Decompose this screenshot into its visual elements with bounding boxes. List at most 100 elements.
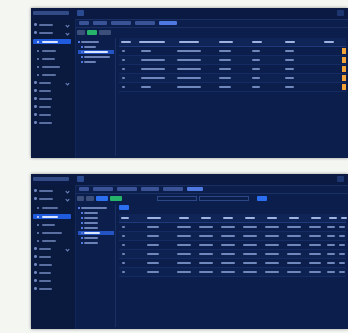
date-range-field[interactable] xyxy=(199,196,249,201)
tab[interactable] xyxy=(79,21,89,25)
row-action-button[interactable] xyxy=(342,75,346,81)
sidebar-item-label xyxy=(39,121,52,124)
folder-icon xyxy=(78,207,80,209)
menu-toggle-icon[interactable] xyxy=(77,10,84,16)
tree-item-selected[interactable] xyxy=(78,231,114,235)
row-action-button[interactable] xyxy=(342,57,346,63)
filter-button[interactable] xyxy=(77,196,84,201)
sidebar-item-label xyxy=(39,189,53,192)
column-header xyxy=(311,217,321,219)
tab[interactable] xyxy=(135,21,155,25)
row-action-button[interactable] xyxy=(342,84,346,90)
data-table xyxy=(119,214,347,327)
sidebar-item[interactable] xyxy=(33,96,71,101)
table-row[interactable] xyxy=(119,47,346,56)
sidebar-item[interactable] xyxy=(33,230,71,235)
sidebar-item[interactable] xyxy=(33,278,71,283)
sidebar-item[interactable] xyxy=(33,254,71,259)
filter-button[interactable] xyxy=(86,196,94,201)
sidebar-item[interactable] xyxy=(33,112,71,117)
filter-button-active[interactable] xyxy=(96,196,108,201)
sidebar-item[interactable] xyxy=(33,238,71,243)
file-icon xyxy=(81,237,83,239)
table-cell xyxy=(177,77,201,79)
sidebar-item[interactable] xyxy=(33,262,71,267)
table-row[interactable] xyxy=(119,259,346,268)
add-button[interactable] xyxy=(110,196,122,201)
tree-item-label xyxy=(84,232,100,234)
user-icon[interactable] xyxy=(337,176,344,182)
table-row[interactable] xyxy=(119,83,346,92)
tree-item[interactable] xyxy=(78,236,114,240)
query-button[interactable] xyxy=(257,196,267,201)
tree-item[interactable] xyxy=(78,206,114,210)
table-row[interactable] xyxy=(119,74,346,83)
chevron-down-icon xyxy=(65,188,70,194)
table-row[interactable] xyxy=(119,250,346,259)
sidebar-item[interactable] xyxy=(33,196,71,202)
table-cell xyxy=(265,262,279,264)
table-cell xyxy=(221,262,235,264)
sidebar xyxy=(31,19,76,158)
table-cell xyxy=(177,86,201,88)
add-button[interactable] xyxy=(87,30,97,35)
tab[interactable] xyxy=(117,187,137,191)
tab[interactable] xyxy=(141,187,159,191)
table-row[interactable] xyxy=(119,223,346,232)
table-cell xyxy=(122,50,125,52)
tab-active[interactable] xyxy=(159,21,177,25)
batch-action-button[interactable] xyxy=(119,205,129,210)
sidebar-item[interactable] xyxy=(33,286,71,291)
sidebar-item[interactable] xyxy=(33,205,71,210)
tree-item-selected[interactable] xyxy=(78,50,114,54)
sidebar-item[interactable] xyxy=(33,88,71,93)
tab[interactable] xyxy=(79,187,89,191)
search-input[interactable] xyxy=(157,196,197,201)
tab[interactable] xyxy=(111,21,131,25)
table-row[interactable] xyxy=(119,241,346,250)
tree-item[interactable] xyxy=(78,226,114,230)
table-row[interactable] xyxy=(119,232,346,241)
sidebar-item[interactable] xyxy=(33,80,71,86)
sidebar-item-active[interactable] xyxy=(33,39,71,44)
toolbar-button[interactable] xyxy=(77,30,85,35)
user-icon[interactable] xyxy=(337,10,344,16)
tab-active[interactable] xyxy=(187,187,203,191)
tree-item[interactable] xyxy=(78,241,114,245)
sidebar-item[interactable] xyxy=(33,56,71,61)
tree-item[interactable] xyxy=(78,40,114,44)
table-row[interactable] xyxy=(119,268,346,277)
chevron-down-icon xyxy=(65,196,70,202)
sidebar-item[interactable] xyxy=(33,222,71,227)
sidebar-item[interactable] xyxy=(33,64,71,69)
tree-item[interactable] xyxy=(78,55,114,59)
table-cell xyxy=(221,235,235,237)
table-row[interactable] xyxy=(119,65,346,74)
tree-item[interactable] xyxy=(78,216,114,220)
table-cell xyxy=(265,244,279,246)
table-row[interactable] xyxy=(119,56,346,65)
item-icon xyxy=(37,65,39,68)
tree-item[interactable] xyxy=(78,211,114,215)
sidebar-item[interactable] xyxy=(33,22,71,28)
sidebar-item-active[interactable] xyxy=(33,214,71,219)
sidebar-item[interactable] xyxy=(33,72,71,77)
sidebar-item[interactable] xyxy=(33,120,71,125)
tab[interactable] xyxy=(93,21,107,25)
sidebar-item[interactable] xyxy=(33,30,71,36)
row-action-button[interactable] xyxy=(342,66,346,72)
tree-item[interactable] xyxy=(78,60,114,64)
sidebar-item[interactable] xyxy=(33,48,71,53)
sidebar-item[interactable] xyxy=(33,246,71,252)
tree-item[interactable] xyxy=(78,45,114,49)
sidebar-item[interactable] xyxy=(33,104,71,109)
row-action-button[interactable] xyxy=(342,48,346,54)
menu-toggle-icon[interactable] xyxy=(77,176,84,182)
tab[interactable] xyxy=(93,187,113,191)
sidebar-item[interactable] xyxy=(33,188,71,194)
table-cell xyxy=(141,68,165,70)
sidebar-item[interactable] xyxy=(33,270,71,275)
toolbar-button[interactable] xyxy=(99,30,111,35)
tree-item[interactable] xyxy=(78,221,114,225)
tab[interactable] xyxy=(163,187,183,191)
